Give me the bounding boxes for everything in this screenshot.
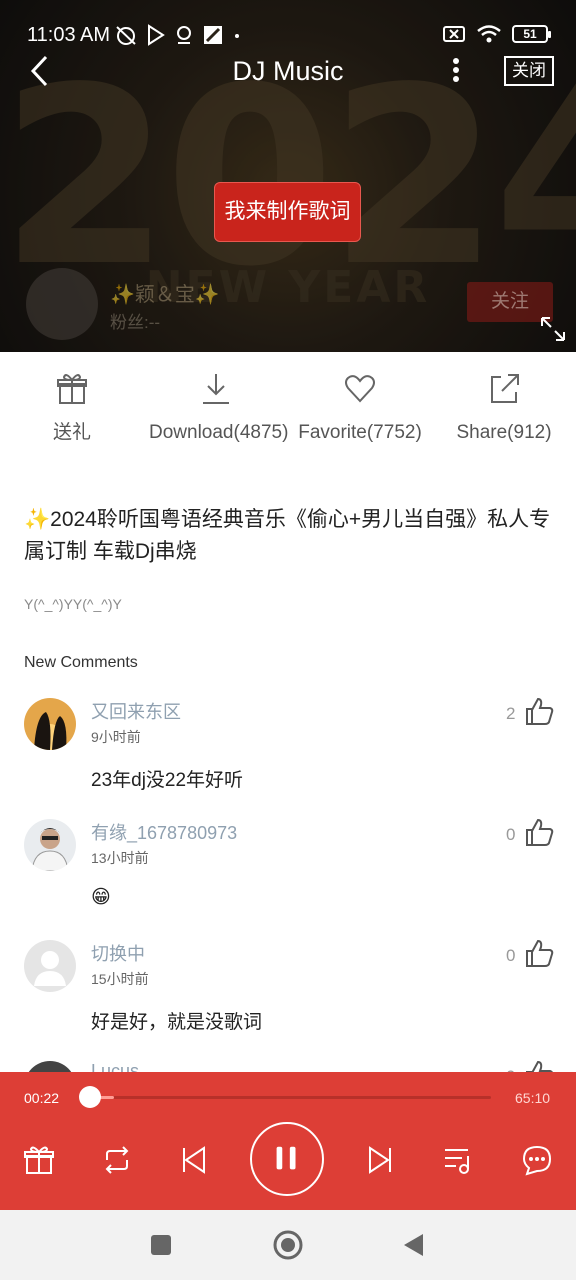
dot-icon (235, 34, 239, 38)
action-row: 送礼 Download(4875) Favorite(7752) Share(9… (0, 372, 576, 482)
more-vertical-icon[interactable] (444, 56, 468, 86)
status-time: 11:03 AM (27, 24, 111, 46)
sim-off-icon (443, 26, 465, 42)
comment-user[interactable]: 又回来东区 (91, 698, 181, 724)
comment-text: 23年dj没22年好听 (91, 770, 244, 791)
favorite-action[interactable]: Favorite(7752) (288, 372, 432, 445)
hero-cover: 2024 NEW YEAR 11:03 AM 51 DJ Music 关闭 我来… (0, 0, 576, 352)
download-icon (203, 374, 229, 404)
page-title: DJ Music (232, 56, 344, 86)
status-right-icons: 51 (442, 24, 551, 44)
comment-icon[interactable] (521, 1144, 553, 1176)
next-icon[interactable] (364, 1144, 396, 1176)
status-bar: 11:03 AM 51 (0, 0, 576, 52)
thumbs-up-icon[interactable] (524, 938, 554, 968)
download-action[interactable]: Download(4875) (144, 372, 288, 445)
progress-track[interactable] (88, 1096, 491, 1099)
previous-icon[interactable] (178, 1144, 210, 1176)
play-store-icon (148, 24, 165, 46)
gift-icon (57, 374, 87, 404)
comment-item: 又回来东区 9小时前 23年dj没22年好听 2 (0, 696, 576, 818)
comment-avatar[interactable] (24, 698, 76, 750)
comment-avatar[interactable] (24, 940, 76, 992)
wifi-icon (477, 25, 501, 43)
system-nav-bar (0, 1210, 576, 1280)
expand-icon[interactable] (540, 316, 566, 342)
artist-name[interactable]: ✨颖＆宝✨ (110, 278, 220, 307)
close-button[interactable]: 关闭 (504, 56, 554, 86)
comment-time: 9小时前 (91, 729, 141, 745)
comment-text: 😁 (91, 887, 111, 908)
gift-action[interactable]: 送礼 (0, 372, 144, 445)
download-label: Download(4875) (149, 422, 289, 443)
comment-like-count: 2 (506, 704, 516, 723)
gift-label: 送礼 (52, 422, 91, 443)
comment-time: 15小时前 (91, 971, 149, 987)
comment-like-count: 0 (506, 946, 516, 965)
current-time: 00:22 (24, 1090, 60, 1106)
song-note: Y(^_^)YY(^_^)Y (24, 596, 122, 612)
artist-avatar[interactable] (26, 268, 98, 340)
make-lyrics-button[interactable]: 我来制作歌词 (214, 182, 361, 242)
comment-avatar[interactable] (24, 819, 76, 871)
comment-user[interactable]: 切换中 (91, 940, 145, 966)
alarm-off-icon (116, 26, 136, 45)
total-time: 65:10 (515, 1090, 551, 1106)
comments-heading: New Comments (24, 654, 138, 671)
recent-apps-icon[interactable] (146, 1230, 176, 1260)
share-icon (491, 374, 519, 403)
comment-item: 有缘_1678780973 13小时前 😁 0 (0, 817, 576, 939)
artist-fans: 粉丝:-- (110, 313, 161, 332)
location-icon (177, 26, 191, 44)
gift-icon[interactable] (23, 1144, 55, 1176)
progress-knob[interactable] (79, 1086, 101, 1108)
repeat-icon[interactable] (101, 1144, 133, 1176)
comment-time: 13小时前 (91, 850, 149, 866)
song-title: ✨2024聆听国粤语经典音乐《偷心+男儿当自强》私人专属订制 车载Dj串烧 (24, 508, 551, 563)
comment-like-count: 0 (506, 825, 516, 844)
playlist-icon[interactable] (442, 1144, 474, 1176)
comment-text: 好是好，就是没歌词 (91, 1012, 263, 1033)
battery-indicator: 51 (512, 25, 551, 43)
app-notification-icon (204, 26, 222, 44)
share-label: Share(912) (456, 422, 552, 443)
share-action[interactable]: Share(912) (432, 372, 576, 445)
favorite-label: Favorite(7752) (298, 422, 422, 443)
heart-icon (345, 375, 375, 403)
pause-button[interactable] (250, 1122, 324, 1196)
home-icon[interactable] (273, 1230, 303, 1260)
comment-item: 切换中 15小时前 好是好，就是没歌词 0 (0, 938, 576, 1060)
thumbs-up-icon[interactable] (524, 817, 554, 847)
player-bar: 00:22 65:10 (0, 1072, 576, 1210)
comment-user[interactable]: 有缘_1678780973 (91, 819, 237, 845)
back-icon[interactable] (399, 1230, 429, 1260)
status-left-icons (114, 24, 242, 46)
thumbs-up-icon[interactable] (524, 696, 554, 726)
